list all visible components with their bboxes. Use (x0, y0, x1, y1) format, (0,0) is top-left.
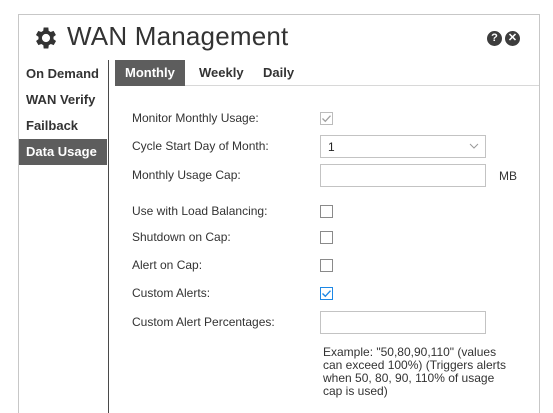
custom-alert-percentages-row: Custom Alert Percentages: (115, 311, 539, 335)
custom-alert-percentages-label: Custom Alert Percentages: (132, 315, 275, 329)
tab-weekly[interactable]: Weekly (191, 60, 252, 86)
alert-on-cap-checkbox[interactable] (320, 259, 333, 272)
shutdown-on-cap-label: Shutdown on Cap: (132, 230, 231, 244)
tab-daily[interactable]: Daily (255, 60, 302, 86)
cycle-start-day-label: Cycle Start Day of Month: (132, 139, 269, 153)
monthly-usage-cap-row: Monthly Usage Cap: MB (115, 164, 539, 188)
sidebar-item-data-usage[interactable]: Data Usage (19, 139, 107, 165)
gear-icon (35, 27, 57, 49)
custom-alerts-label: Custom Alerts: (132, 286, 211, 300)
check-icon (320, 287, 333, 300)
use-with-load-balancing-row: Use with Load Balancing: (115, 200, 539, 224)
cycle-start-day-select[interactable]: 1 (320, 135, 486, 158)
monthly-usage-cap-input[interactable] (320, 164, 486, 187)
custom-alert-help-text: Example: "50,80,90,110" (values can exce… (323, 345, 506, 398)
custom-alerts-row: Custom Alerts: (115, 282, 539, 306)
cycle-start-day-value: 1 (328, 140, 335, 154)
use-with-load-balancing-label: Use with Load Balancing: (132, 204, 268, 218)
monitor-monthly-usage-checkbox[interactable] (320, 112, 333, 125)
monthly-usage-cap-label: Monthly Usage Cap: (132, 168, 241, 182)
close-icon[interactable]: ✕ (505, 31, 520, 46)
shutdown-on-cap-row: Shutdown on Cap: (115, 226, 539, 250)
cycle-start-day-row: Cycle Start Day of Month: 1 (115, 135, 539, 159)
check-icon (320, 112, 333, 125)
title-bar: WAN Management ? ✕ (19, 15, 539, 59)
chevron-down-icon (469, 143, 479, 149)
custom-alerts-checkbox[interactable] (320, 287, 333, 300)
help-icon[interactable]: ? (487, 31, 502, 46)
alert-on-cap-row: Alert on Cap: (115, 254, 539, 278)
window-title: WAN Management (67, 21, 289, 51)
monitor-monthly-usage-row: Monitor Monthly Usage: (115, 107, 539, 131)
tab-bar: Monthly Weekly Daily (115, 60, 539, 86)
shutdown-on-cap-checkbox[interactable] (320, 231, 333, 244)
sidebar-item-wan-verify[interactable]: WAN Verify (19, 87, 107, 113)
sidebar: On Demand WAN Verify Failback Data Usage (19, 61, 107, 413)
alert-on-cap-label: Alert on Cap: (132, 258, 203, 272)
sidebar-divider (108, 60, 109, 413)
use-with-load-balancing-checkbox[interactable] (320, 205, 333, 218)
monthly-usage-cap-unit: MB (499, 169, 517, 183)
sidebar-item-on-demand[interactable]: On Demand (19, 61, 107, 87)
monitor-monthly-usage-label: Monitor Monthly Usage: (132, 111, 259, 125)
custom-alert-percentages-input[interactable] (320, 311, 486, 334)
tab-monthly[interactable]: Monthly (115, 60, 185, 86)
sidebar-item-failback[interactable]: Failback (19, 113, 107, 139)
